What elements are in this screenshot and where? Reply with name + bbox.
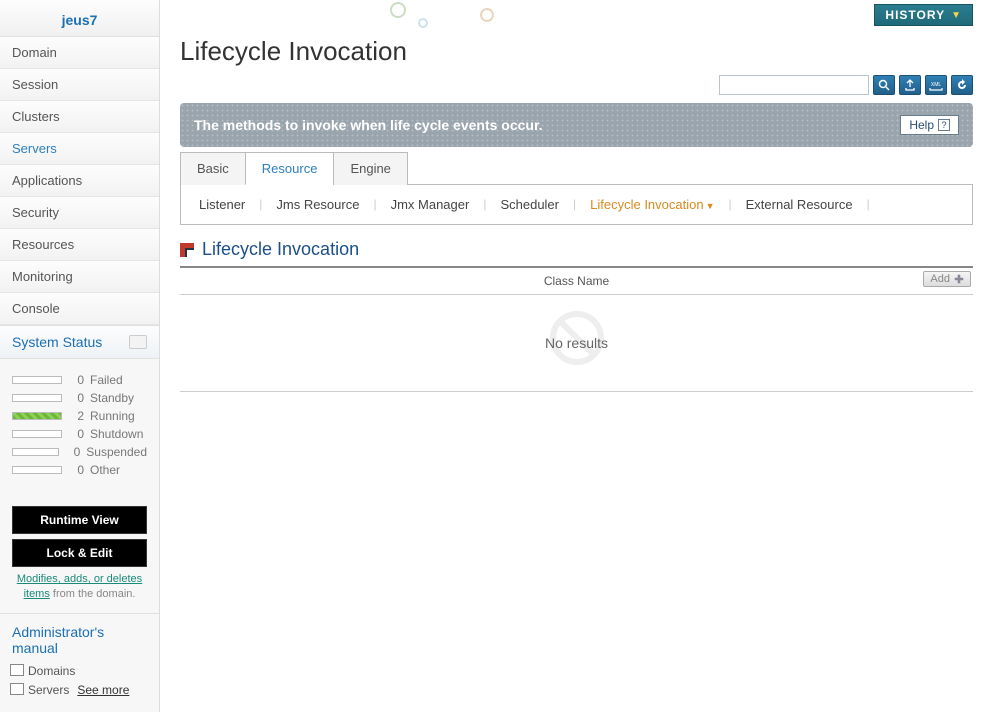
nav-item-session[interactable]: Session — [0, 69, 159, 101]
manual-title: Administrator's manual — [12, 624, 147, 656]
book-icon — [12, 665, 24, 675]
search-icon[interactable] — [873, 75, 895, 95]
action-buttons: Runtime View Lock & Edit Modifies, adds,… — [0, 491, 159, 613]
section-title: Lifecycle Invocation — [202, 239, 359, 260]
help-button[interactable]: Help ? — [900, 115, 959, 135]
banner-text: The methods to invoke when life cycle ev… — [194, 117, 543, 133]
chevron-down-icon: ▼ — [706, 201, 715, 211]
book-icon — [12, 684, 24, 694]
system-status-title: System Status — [12, 334, 102, 350]
deco-circle-icon — [480, 8, 494, 22]
main-content: HISTORY ▼ Lifecycle Invocation XML The m… — [160, 0, 983, 712]
status-row-suspended: 0Suspended — [12, 445, 147, 459]
section-icon — [180, 243, 194, 257]
history-button[interactable]: HISTORY ▼ — [874, 4, 973, 26]
tab-bar: Basic Resource Engine — [180, 151, 973, 185]
manual-item-servers[interactable]: ServersSee more — [12, 683, 147, 697]
brand-link[interactable]: jeus7 — [62, 12, 98, 28]
sidebar: jeus7 Domain Session Clusters Servers Ap… — [0, 0, 160, 712]
nav-item-monitoring[interactable]: Monitoring — [0, 261, 159, 293]
help-icon: ? — [938, 119, 950, 131]
status-block: 0Failed 0Standby 2Running 0Shutdown 0Sus… — [0, 359, 159, 491]
system-status-header: System Status — [0, 325, 159, 359]
nav-item-security[interactable]: Security — [0, 197, 159, 229]
section-title-row: Lifecycle Invocation — [180, 239, 973, 260]
search-input[interactable] — [719, 75, 869, 95]
column-class-name: Class Name — [544, 274, 609, 288]
subtab-external-resource[interactable]: External Resource — [742, 197, 857, 212]
info-banner: The methods to invoke when life cycle ev… — [180, 103, 973, 147]
nav-item-resources[interactable]: Resources — [0, 229, 159, 261]
see-more-link[interactable]: See more — [77, 683, 129, 697]
manual-block: Administrator's manual Domains ServersSe… — [0, 613, 159, 712]
xml-export-icon[interactable]: XML — [925, 75, 947, 95]
subtab-listener[interactable]: Listener — [195, 197, 249, 212]
table-header: Class Name Add ✚ — [180, 266, 973, 295]
plus-icon: ✚ — [954, 274, 964, 284]
subtab-jms-resource[interactable]: Jms Resource — [272, 197, 363, 212]
nav-item-applications[interactable]: Applications — [0, 165, 159, 197]
status-row-shutdown: 0Shutdown — [12, 427, 147, 441]
export-icon[interactable] — [899, 75, 921, 95]
manual-item-domains[interactable]: Domains — [12, 664, 147, 678]
runtime-view-button[interactable]: Runtime View — [12, 506, 147, 534]
toolbar: XML — [180, 75, 973, 95]
lock-hint: Modifies, adds, or deletes items from th… — [12, 572, 147, 603]
lock-edit-button[interactable]: Lock & Edit — [12, 539, 147, 567]
nav-item-domain[interactable]: Domain — [0, 37, 159, 69]
nav-item-console[interactable]: Console — [0, 293, 159, 325]
chevron-down-icon: ▼ — [951, 10, 962, 21]
status-row-running: 2Running — [12, 409, 147, 423]
status-refresh-icon[interactable] — [129, 335, 147, 349]
topbar: HISTORY ▼ — [180, 4, 973, 26]
status-row-other: 0Other — [12, 463, 147, 477]
divider — [180, 391, 973, 392]
tab-resource[interactable]: Resource — [245, 152, 335, 185]
tab-basic[interactable]: Basic — [180, 152, 246, 185]
subtab-lifecycle-invocation[interactable]: Lifecycle Invocation▼ — [586, 197, 718, 212]
nav-item-servers[interactable]: Servers — [0, 133, 159, 165]
nav-list: Domain Session Clusters Servers Applicat… — [0, 37, 159, 325]
tab-engine[interactable]: Engine — [333, 152, 407, 185]
deco-circle-icon — [418, 18, 428, 28]
deco-circle-icon — [390, 2, 406, 18]
subtab-bar: Listener| Jms Resource| Jmx Manager| Sch… — [180, 185, 973, 225]
status-row-failed: 0Failed — [12, 373, 147, 387]
nav-item-clusters[interactable]: Clusters — [0, 101, 159, 133]
status-row-standby: 0Standby — [12, 391, 147, 405]
empty-state: No results — [180, 295, 973, 391]
subtab-scheduler[interactable]: Scheduler — [496, 197, 563, 212]
svg-text:XML: XML — [931, 82, 942, 88]
subtab-jmx-manager[interactable]: Jmx Manager — [387, 197, 474, 212]
page-title: Lifecycle Invocation — [180, 36, 973, 67]
add-button[interactable]: Add ✚ — [923, 271, 971, 287]
brand-header: jeus7 — [0, 0, 159, 37]
refresh-icon[interactable] — [951, 75, 973, 95]
